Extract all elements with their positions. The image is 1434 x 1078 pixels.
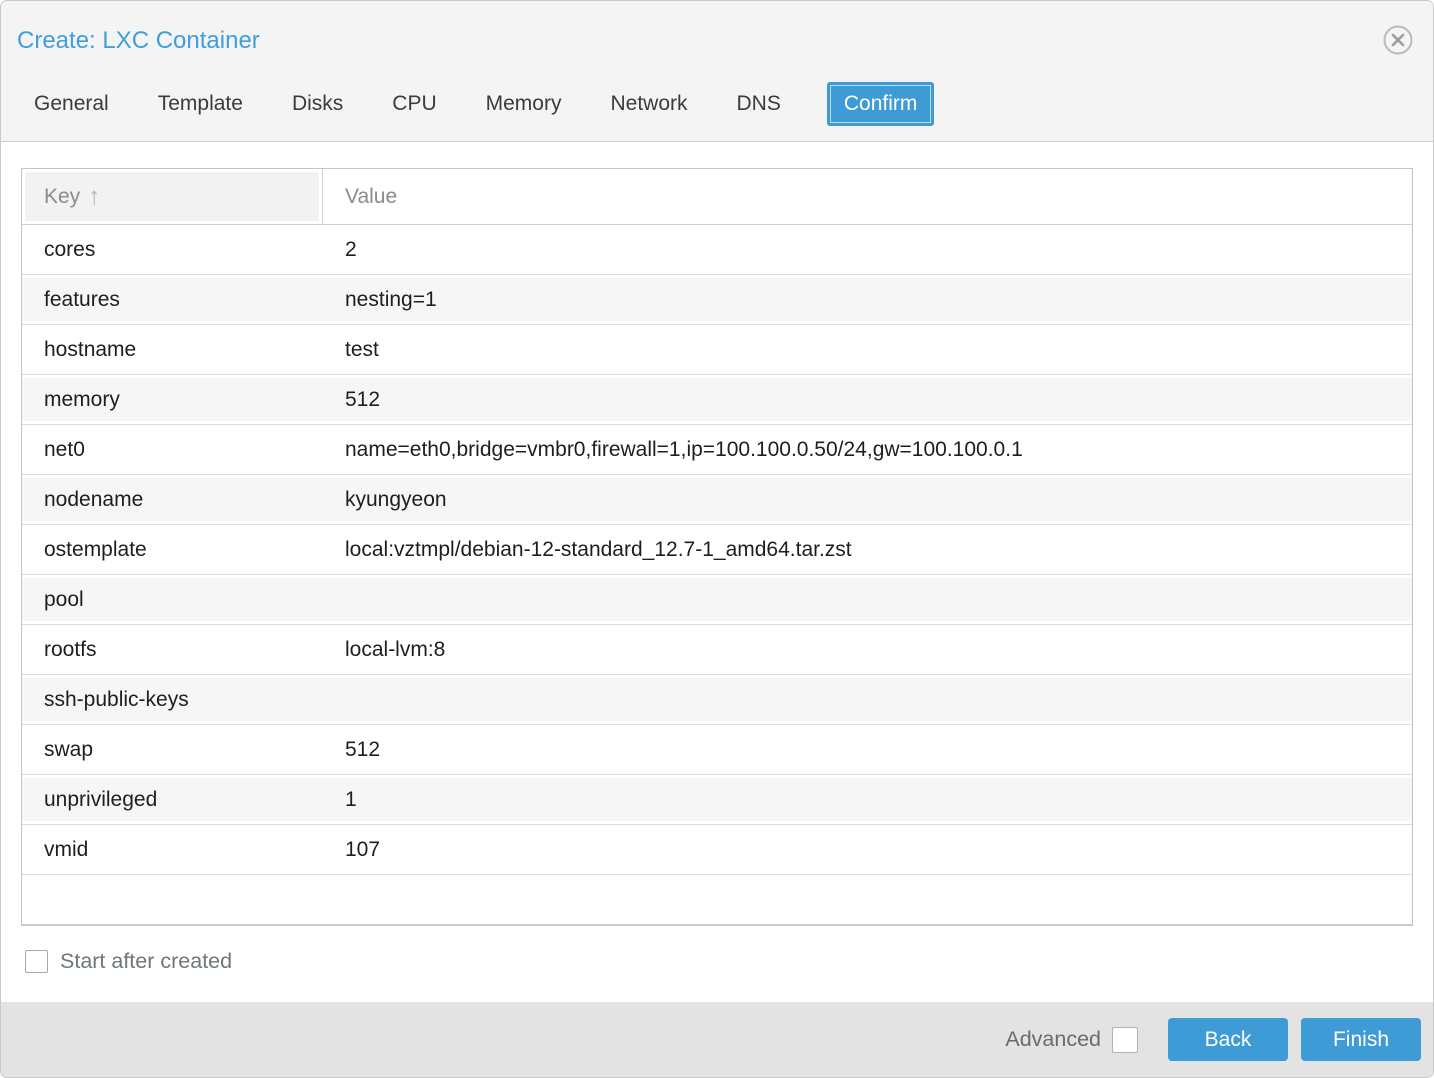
start-after-created-label: Start after created: [60, 949, 233, 973]
advanced-checkbox[interactable]: [1112, 1026, 1138, 1053]
column-header-key-label: Key: [44, 184, 81, 208]
tab-network[interactable]: Network: [610, 84, 687, 124]
tab-template[interactable]: Template: [158, 84, 243, 124]
advanced-label: Advanced: [1005, 1027, 1101, 1051]
column-header-value-label: Value: [345, 184, 398, 208]
table-row[interactable]: cores 2: [22, 225, 1412, 275]
tab-disks[interactable]: Disks: [292, 84, 343, 124]
tab-memory[interactable]: Memory: [486, 84, 562, 124]
row-value: 107: [345, 837, 381, 861]
table-row[interactable]: rootfs local-lvm:8: [22, 625, 1412, 675]
row-key: vmid: [44, 837, 89, 861]
table-row[interactable]: pool: [22, 575, 1412, 625]
start-after-created-row: Start after created: [25, 949, 1413, 974]
confirm-settings-table: Key ↑ Value cores 2 features nesting=1 hostn…: [21, 168, 1413, 926]
table-row[interactable]: ssh-public-keys: [22, 675, 1412, 725]
row-key: swap: [44, 737, 94, 761]
table-row[interactable]: hostname test: [22, 325, 1412, 375]
row-value: 512: [345, 387, 381, 411]
row-key: ssh-public-keys: [44, 687, 189, 711]
row-key: unprivileged: [44, 787, 158, 811]
row-value: 1: [345, 787, 357, 811]
column-header-value[interactable]: Value: [323, 169, 1412, 224]
table-row[interactable]: memory 512: [22, 375, 1412, 425]
row-key: ostemplate: [44, 537, 147, 561]
table-row[interactable]: swap 512: [22, 725, 1412, 775]
row-key: rootfs: [44, 637, 97, 661]
start-after-created-checkbox[interactable]: [25, 950, 48, 973]
table-row[interactable]: features nesting=1: [22, 275, 1412, 325]
row-key: nodename: [44, 487, 144, 511]
row-key: pool: [44, 587, 84, 611]
row-key: features: [44, 287, 120, 311]
tab-dns[interactable]: DNS: [737, 84, 781, 124]
row-value: name=eth0,bridge=vmbr0,firewall=1,ip=100…: [345, 437, 1023, 461]
row-key: cores: [44, 237, 96, 261]
table-row[interactable]: unprivileged 1: [22, 775, 1412, 825]
row-value: local:vztmpl/debian-12-standard_12.7-1_a…: [345, 537, 852, 561]
grid-rows: cores 2 features nesting=1 hostname test memor…: [22, 225, 1412, 924]
create-lxc-dialog: Create: LXC Container General Template Dis…: [0, 0, 1434, 1078]
row-value: local-lvm:8: [345, 637, 446, 661]
row-value: 2: [345, 237, 357, 261]
sort-asc-icon: ↑: [88, 182, 101, 210]
close-button[interactable]: [1381, 24, 1415, 58]
dialog-body: Key ↑ Value cores 2 features nesting=1 hostn…: [1, 142, 1433, 1002]
column-header-key[interactable]: Key ↑: [22, 169, 323, 224]
table-row[interactable]: net0 name=eth0,bridge=vmbr0,firewall=1,ip…: [22, 425, 1412, 475]
dialog-titlebar: Create: LXC Container: [1, 1, 1433, 67]
tab-cpu[interactable]: CPU: [392, 84, 436, 124]
table-header: Key ↑ Value: [22, 169, 1412, 225]
back-button[interactable]: Back: [1168, 1018, 1288, 1061]
table-row[interactable]: ostemplate local:vztmpl/debian-12-standar…: [22, 525, 1412, 575]
tab-general[interactable]: General: [34, 84, 109, 124]
dialog-footer: Advanced Back Finish: [1, 1002, 1433, 1077]
tab-confirm[interactable]: Confirm: [826, 82, 935, 126]
row-key: net0: [44, 437, 85, 461]
row-value: 512: [345, 737, 381, 761]
row-key: memory: [44, 387, 120, 411]
table-row[interactable]: vmid 107: [22, 825, 1412, 875]
close-icon: [1382, 24, 1414, 59]
page-title: Create: LXC Container: [17, 27, 260, 54]
finish-button[interactable]: Finish: [1301, 1018, 1421, 1061]
row-value: kyungyeon: [345, 487, 447, 511]
row-value: nesting=1: [345, 287, 437, 311]
table-row[interactable]: nodename kyungyeon: [22, 475, 1412, 525]
row-value: test: [345, 337, 379, 361]
row-key: hostname: [44, 337, 137, 361]
tab-strip: General Template Disks CPU Memory Network DNS C…: [1, 67, 1433, 142]
